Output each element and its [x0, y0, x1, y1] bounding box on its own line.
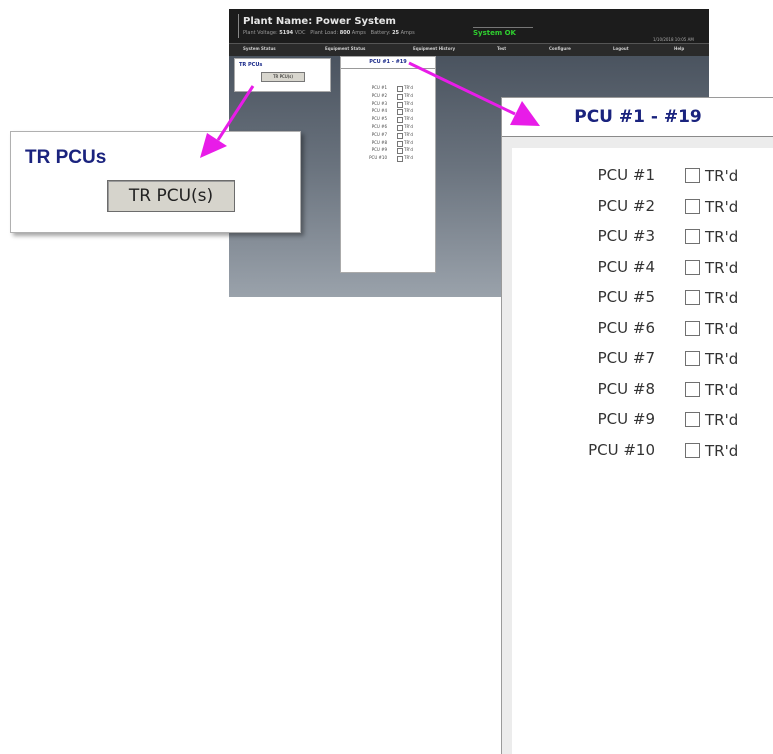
callout-arrows — [200, 61, 540, 158]
arrow-to-tr-panel — [200, 85, 255, 158]
arrow-to-pcu-panel — [408, 61, 540, 126]
